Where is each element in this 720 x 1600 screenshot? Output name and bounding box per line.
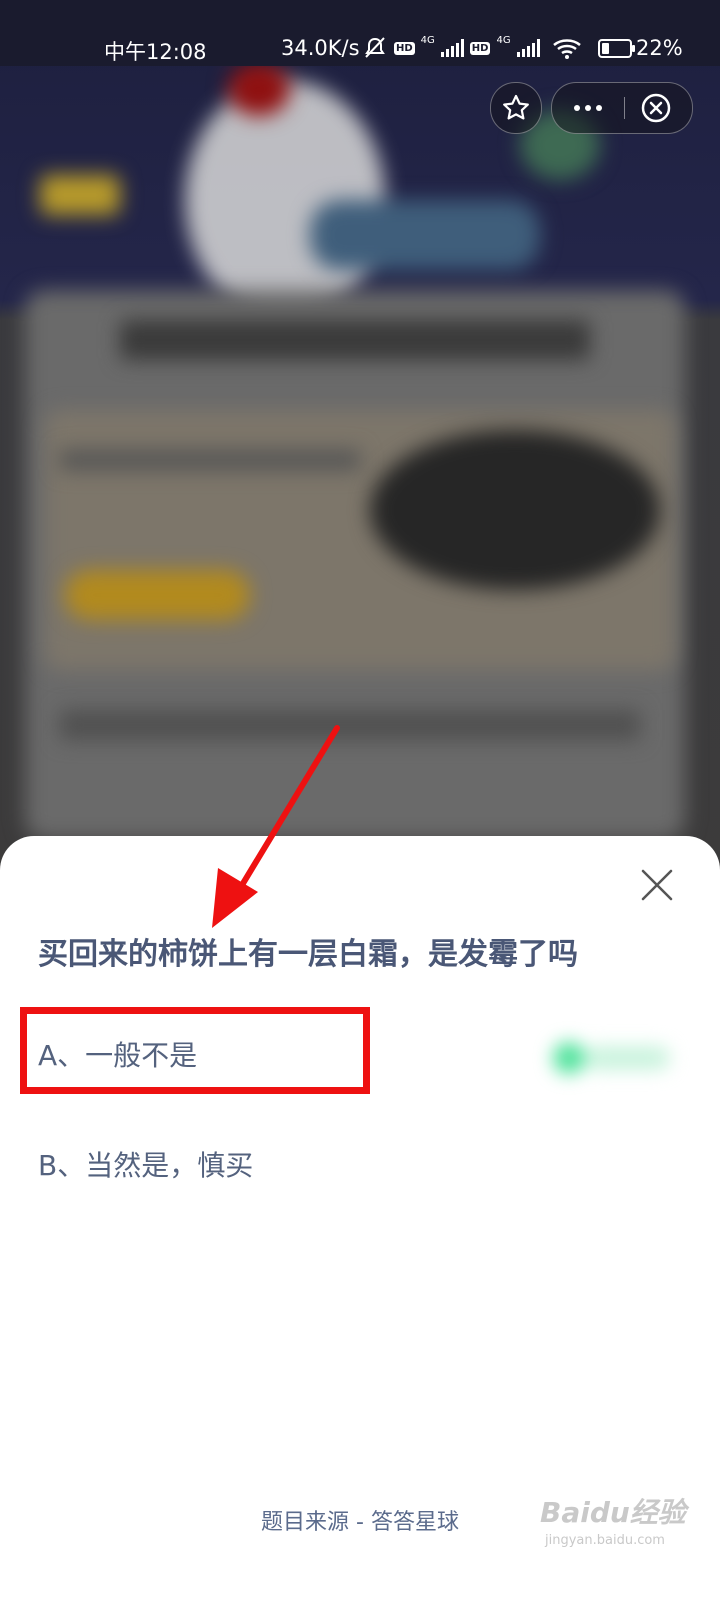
question-text: 买回来的柿饼上有一层白霜，是发霉了吗	[38, 937, 578, 972]
text-blur	[60, 710, 640, 740]
capsule-divider	[624, 97, 625, 119]
signal-icon	[516, 39, 540, 57]
network-speed: 34.0K/s	[281, 36, 360, 60]
more-dots-icon	[596, 105, 602, 111]
network-type: 4G	[420, 34, 435, 46]
favorite-button[interactable]	[490, 82, 542, 134]
more-dots-icon	[574, 105, 580, 111]
hd-icon: HD	[469, 41, 491, 55]
button-blur	[65, 570, 250, 620]
hd-icon: HD	[394, 41, 415, 55]
mute-bell-icon	[365, 37, 385, 58]
battery-icon	[597, 38, 635, 58]
status-time: 中午12:08	[104, 40, 207, 64]
banner-blur	[310, 200, 540, 270]
highlight-box	[20, 1007, 370, 1094]
more-button[interactable]	[552, 83, 624, 133]
hint-bar	[585, 1046, 670, 1070]
status-icons: HD 4G HD 4G	[362, 34, 635, 60]
close-icon[interactable]	[638, 866, 676, 904]
network-type: 4G	[496, 34, 511, 46]
battery-percent: 22%	[636, 36, 683, 60]
title-blur	[120, 320, 590, 360]
option-b[interactable]: B、当然是，慎买	[38, 1144, 253, 1184]
watermark-url: jingyan.baidu.com	[545, 1533, 665, 1548]
image-blur	[370, 430, 660, 590]
mascot-hat	[228, 62, 290, 116]
badge-blur	[40, 175, 120, 215]
hint-dot	[553, 1042, 585, 1074]
quiz-sheet: 买回来的柿饼上有一层白霜，是发霉了吗 A、一般不是 B、当然是，慎买 题目来源 …	[0, 836, 720, 1600]
star-icon	[503, 94, 529, 120]
capsule-menu	[551, 82, 693, 134]
wifi-icon	[552, 39, 581, 59]
answer-hint	[545, 1028, 685, 1088]
close-circle-icon[interactable]	[640, 92, 672, 124]
watermark-logo: Baidu经验	[540, 1496, 686, 1529]
text-blur	[60, 450, 360, 470]
status-bar: 中午12:08 34.0K/s HD 4G HD 4G 22%	[0, 0, 720, 66]
signal-icon	[440, 39, 464, 57]
more-dots-icon	[585, 105, 591, 111]
